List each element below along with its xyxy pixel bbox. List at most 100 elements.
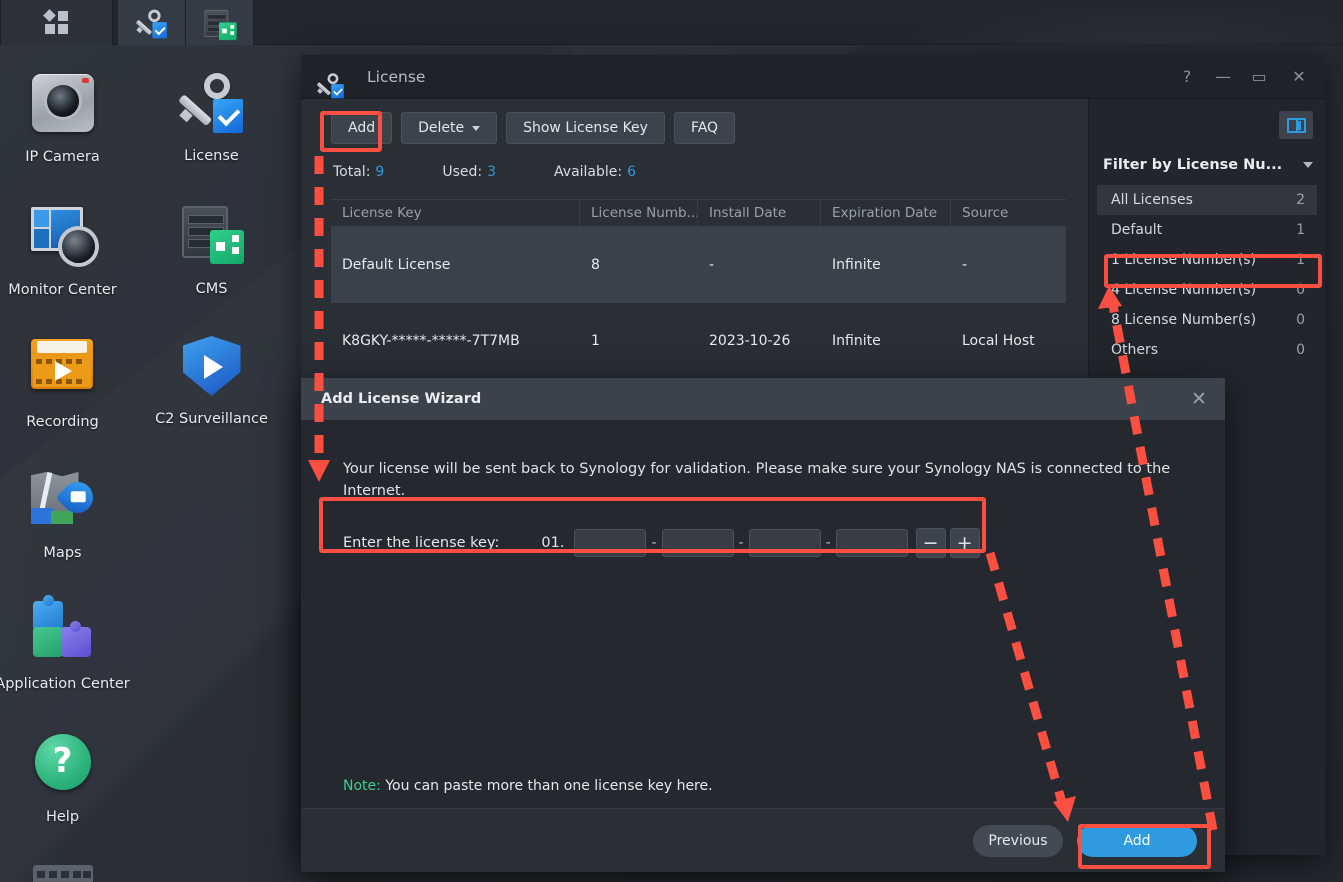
license-key-index: 01.: [541, 535, 565, 551]
desktop-icon-label: Application Center: [0, 676, 130, 692]
previous-button[interactable]: Previous: [973, 824, 1063, 857]
stat-available-label: Available:: [554, 164, 623, 180]
note-text: You can paste more than one license key …: [385, 778, 713, 794]
desktop-icon-label: License: [184, 148, 239, 164]
filter-item-default[interactable]: Default 1: [1097, 215, 1317, 245]
cell-license-key: K8GKY-*****-*****-7T7MB: [342, 333, 520, 349]
filter-panel-title: Filter by License Nu...: [1103, 157, 1283, 173]
puzzle-icon: [30, 595, 96, 667]
license-table: License Key License Numb... Install Date…: [331, 199, 1066, 379]
stat-used-value: 3: [487, 164, 497, 180]
table-row[interactable]: Default License 8 - Infinite -: [331, 227, 1066, 303]
filter-item-label: Others: [1111, 342, 1159, 358]
key-badge-icon: [135, 9, 168, 39]
key-badge-icon: [316, 71, 344, 98]
show-license-key-button[interactable]: Show License Key: [506, 112, 665, 144]
dialog-title: Add License Wizard: [321, 391, 482, 407]
desktop-icon-license[interactable]: License: [139, 70, 284, 165]
key-separator: -: [825, 535, 831, 551]
dialog-body: Your license will be sent back to Synolo…: [301, 420, 1225, 808]
table-header-row: License Key License Numb... Install Date…: [331, 199, 1066, 227]
license-key-segment-4[interactable]: [835, 529, 908, 557]
desktop-icon-application-center[interactable]: Application Center: [0, 595, 135, 693]
filter-item-count: 0: [1296, 342, 1305, 358]
filter-item-count: 1: [1296, 222, 1305, 238]
dialog-note: Note: You can paste more than one licens…: [343, 778, 713, 794]
faq-button[interactable]: FAQ: [673, 112, 736, 144]
shield-play-icon: [179, 336, 245, 402]
filter-item-label: 4 License Number(s): [1111, 282, 1257, 298]
license-key-segment-3[interactable]: [748, 529, 821, 557]
camera-icon: [30, 74, 96, 140]
column-header-license-number[interactable]: License Numb...: [580, 200, 698, 226]
desktop-icon-maps[interactable]: Maps: [0, 465, 135, 562]
desktop-icon-grid: IP Camera License Monitor Center CMS Rec…: [0, 45, 290, 882]
cell-expiration-date: Infinite: [832, 333, 881, 349]
window-title: License: [367, 67, 426, 86]
filter-item-label: All Licenses: [1111, 192, 1193, 208]
stat-total-label: Total:: [333, 164, 371, 180]
license-key-label: Enter the license key:: [343, 535, 500, 551]
desktop-icon-partial[interactable]: [0, 865, 135, 882]
table-row[interactable]: K8GKY-*****-*****-7T7MB 1 2023-10-26 Inf…: [331, 303, 1066, 379]
filter-item-all-licenses[interactable]: All Licenses 2: [1097, 185, 1317, 215]
minimize-button[interactable]: —: [1205, 55, 1241, 99]
filter-item-label: Default: [1111, 222, 1163, 238]
taskbar: [0, 0, 1343, 45]
note-prefix: Note:: [343, 778, 381, 794]
license-key-segment-1[interactable]: [574, 529, 647, 557]
grid-icon: [42, 8, 70, 36]
column-header-expiration-date[interactable]: Expiration Date: [821, 200, 951, 226]
window-title-bar: License ? — ▭ ✕: [301, 55, 1325, 99]
license-stats: Total: 9 Used: 3 Available: 6: [301, 157, 1088, 187]
filter-item-8-license-number[interactable]: 8 License Number(s) 0: [1097, 305, 1317, 335]
stat-available: Available: 6: [554, 164, 636, 180]
desktop-icon-label: Monitor Center: [8, 282, 117, 298]
column-header-license-key[interactable]: License Key: [331, 200, 580, 226]
taskbar-license-app-button[interactable]: [118, 0, 186, 45]
desktop-icon-monitor-center[interactable]: Monitor Center: [0, 202, 135, 299]
split-view-toggle-button[interactable]: [1279, 111, 1313, 139]
close-button[interactable]: ✕: [1277, 55, 1321, 99]
cell-install-date: -: [709, 257, 715, 273]
desktop-icon-ip-camera[interactable]: IP Camera: [0, 70, 135, 166]
dialog-close-icon[interactable]: ✕: [1181, 378, 1217, 420]
taskbar-main-menu-button[interactable]: [0, 0, 113, 45]
desktop-icon-label: CMS: [195, 281, 228, 297]
cell-source: -: [962, 257, 968, 273]
desktop-icon-recording[interactable]: Recording: [0, 333, 135, 431]
filter-item-1-license-number[interactable]: 1 License Number(s) 1: [1097, 245, 1317, 275]
cell-license-number: 1: [591, 333, 600, 349]
stat-used-label: Used:: [442, 164, 483, 180]
add-button[interactable]: Add: [331, 112, 393, 144]
delete-button-label: Delete: [418, 120, 465, 136]
cell-expiration-date: Infinite: [832, 257, 881, 273]
dialog-footer: Previous Add: [301, 808, 1225, 872]
film-strip-icon: [30, 865, 96, 882]
filter-item-others[interactable]: Others 0: [1097, 335, 1317, 365]
key-separator: -: [651, 535, 657, 551]
desktop-icon-cms[interactable]: CMS: [139, 202, 284, 298]
filter-panel-header[interactable]: Filter by License Nu...: [1089, 145, 1325, 185]
filter-item-label: 8 License Number(s): [1111, 312, 1257, 328]
filter-item-label: 1 License Number(s): [1111, 252, 1257, 268]
delete-button[interactable]: Delete: [401, 112, 498, 144]
maximize-button[interactable]: ▭: [1241, 55, 1277, 99]
help-button[interactable]: ?: [1169, 55, 1205, 99]
cms-icon: [179, 206, 245, 272]
filter-item-4-license-number[interactable]: 4 License Number(s) 0: [1097, 275, 1317, 305]
filter-item-count: 1: [1296, 252, 1305, 268]
license-key-segment-2[interactable]: [661, 529, 734, 557]
dialog-add-button[interactable]: Add: [1077, 824, 1197, 857]
column-header-install-date[interactable]: Install Date: [698, 200, 821, 226]
monitor-icon: [30, 207, 96, 273]
remove-license-row-button[interactable]: −: [915, 528, 946, 558]
film-folder-icon: [30, 339, 96, 405]
desktop-icon-c2-surveillance[interactable]: C2 Surveillance: [139, 333, 284, 428]
key-badge-icon: [177, 73, 245, 139]
desktop-icon-label: Maps: [43, 545, 82, 561]
taskbar-cms-app-button[interactable]: [186, 0, 254, 45]
column-header-source[interactable]: Source: [951, 200, 1066, 226]
desktop-icon-help[interactable]: ? Help: [0, 729, 135, 826]
add-license-row-button[interactable]: +: [949, 528, 980, 558]
